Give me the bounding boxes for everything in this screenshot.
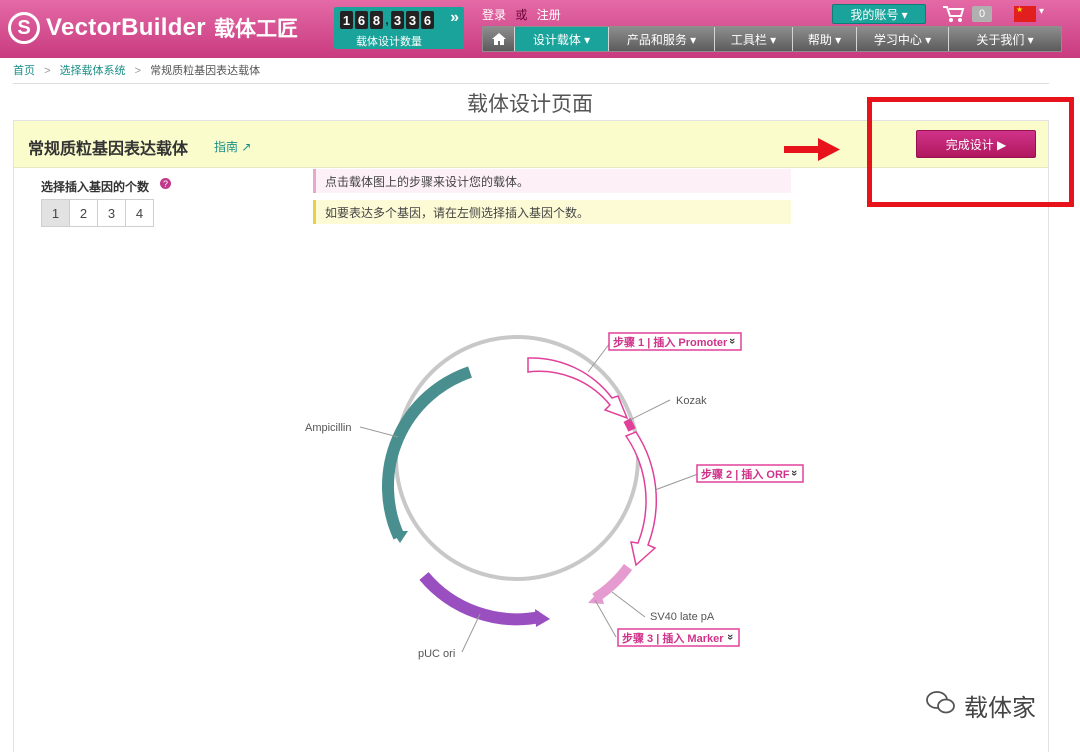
counter-label: 载体设计数量 <box>356 36 422 48</box>
insert-count-selector: 1 2 3 4 <box>41 199 154 227</box>
promoter-feature[interactable] <box>527 357 629 420</box>
breadcrumb-home[interactable]: 首页 <box>13 65 35 77</box>
counter-digit: 6 <box>355 11 368 29</box>
nav-tools[interactable]: 工具栏 ▾ <box>715 27 793 51</box>
highlight-box <box>867 97 1074 207</box>
language-caret-icon[interactable]: ▾ <box>1039 6 1044 17</box>
info-message-multi: 如要表达多个基因，请在左侧选择插入基因个数。 <box>313 200 791 224</box>
logo-cn-text: 载体工匠 <box>213 18 298 41</box>
step3-marker-button[interactable]: 步骤 3 | 插入 Marker » <box>617 628 740 647</box>
design-counter[interactable]: 1 6 8 , 3 3 6 » 载体设计数量 <box>334 7 464 49</box>
help-icon[interactable]: ? <box>160 178 171 189</box>
step1-label: 步骤 1 | 插入 Promoter <box>613 335 728 349</box>
site-header: S VectorBuilder 载体工匠 1 6 8 , 3 3 6 » 载体设… <box>0 0 1080 58</box>
counter-digit: 3 <box>406 11 419 29</box>
counter-digits: 1 6 8 , 3 3 6 <box>340 11 434 29</box>
nav-about[interactable]: 关于我们 ▾ <box>949 27 1061 51</box>
logo[interactable]: S VectorBuilder 载体工匠 <box>8 8 298 48</box>
step1-chevron-icon: » <box>726 338 738 344</box>
step3-leader <box>594 599 617 638</box>
nav-help[interactable]: 帮助 ▾ <box>793 27 857 51</box>
kozak-feature[interactable] <box>623 418 636 432</box>
account-button[interactable]: 我的账号 ▾ <box>832 4 926 24</box>
counter-digit: 3 <box>391 11 404 29</box>
guide-link[interactable]: 指南 ↗ <box>214 138 251 155</box>
puc-ori-feature[interactable] <box>419 572 542 626</box>
ampicillin-feature[interactable] <box>381 366 472 540</box>
puc-label: pUC ori <box>418 648 455 660</box>
breadcrumb-divider <box>13 83 1049 84</box>
plasmid-backbone <box>394 335 640 581</box>
counter-separator: , <box>385 13 389 27</box>
puc-ori-arrowhead <box>535 609 550 627</box>
breadcrumb-current: 常规质粒基因表达载体 <box>150 65 261 77</box>
cart-count-badge[interactable]: 0 <box>972 6 992 22</box>
cart-icon[interactable] <box>942 5 966 28</box>
info-message-click: 点击载体图上的步骤来设计您的载体。 <box>313 169 791 193</box>
puc-leader <box>461 613 481 653</box>
breadcrumb-separator: > <box>44 65 51 77</box>
insert-count-1[interactable]: 1 <box>41 199 70 227</box>
watermark-text: 载体家 <box>964 695 1036 722</box>
register-link[interactable]: 注册 <box>537 8 561 22</box>
main-nav: 设计载体 ▾ 产品和服务 ▾ 工具栏 ▾ 帮助 ▾ 学习中心 ▾ 关于我们 ▾ <box>482 26 1062 52</box>
step2-orf-button[interactable]: 步骤 2 | 插入 ORF » <box>696 464 804 483</box>
breadcrumb-separator: > <box>134 65 142 77</box>
insert-count-2[interactable]: 2 <box>69 199 98 227</box>
step2-leader <box>654 473 699 491</box>
sv40-label: SV40 late pA <box>650 611 715 623</box>
logo-mark-icon: S <box>8 12 40 44</box>
counter-digit: 1 <box>340 11 353 29</box>
step2-label: 步骤 2 | 插入 ORF <box>701 467 790 481</box>
insert-count-label: 选择插入基因的个数 <box>41 180 150 194</box>
step2-chevron-icon: » <box>788 470 800 476</box>
home-icon[interactable] <box>483 27 515 51</box>
counter-digit: 8 <box>370 11 383 29</box>
insert-count-4[interactable]: 4 <box>125 199 154 227</box>
step1-promoter-button[interactable]: 步骤 1 | 插入 Promoter » <box>608 332 742 351</box>
kozak-label: Kozak <box>676 395 707 407</box>
login-area: 登录 或 注册 <box>482 6 561 23</box>
counter-digit: 6 <box>421 11 434 29</box>
vector-map: 步骤 1 | 插入 Promoter » 步骤 2 | 插入 ORF » 步骤 … <box>305 332 804 660</box>
sv40-leader <box>611 591 646 618</box>
nav-learning[interactable]: 学习中心 ▾ <box>857 27 949 51</box>
login-link[interactable]: 登录 <box>482 8 506 22</box>
logo-text: VectorBuilder <box>46 14 206 41</box>
kozak-leader <box>629 399 671 421</box>
ampicillin-label: Ampicillin <box>305 422 351 434</box>
breadcrumb-system[interactable]: 选择载体系统 <box>60 65 126 77</box>
breadcrumb: 首页 > 选择载体系统 > 常规质粒基因表达载体 <box>13 62 260 78</box>
ampicillin-leader <box>359 426 399 438</box>
step3-chevron-icon: » <box>724 634 736 640</box>
vector-title: 常规质粒基因表达载体 <box>28 141 189 158</box>
counter-arrow-icon[interactable]: » <box>450 9 459 27</box>
red-arrow-icon <box>784 138 840 161</box>
insert-count-3[interactable]: 3 <box>97 199 126 227</box>
china-flag-icon[interactable]: ★ <box>1014 5 1036 22</box>
step3-label: 步骤 3 | 插入 Marker <box>622 631 724 645</box>
nav-design-vector[interactable]: 设计载体 ▾ <box>515 27 609 51</box>
wechat-icon <box>926 690 956 721</box>
or-text: 或 <box>515 8 528 22</box>
nav-products[interactable]: 产品和服务 ▾ <box>609 27 715 51</box>
watermark: 载体家 <box>926 688 1036 723</box>
